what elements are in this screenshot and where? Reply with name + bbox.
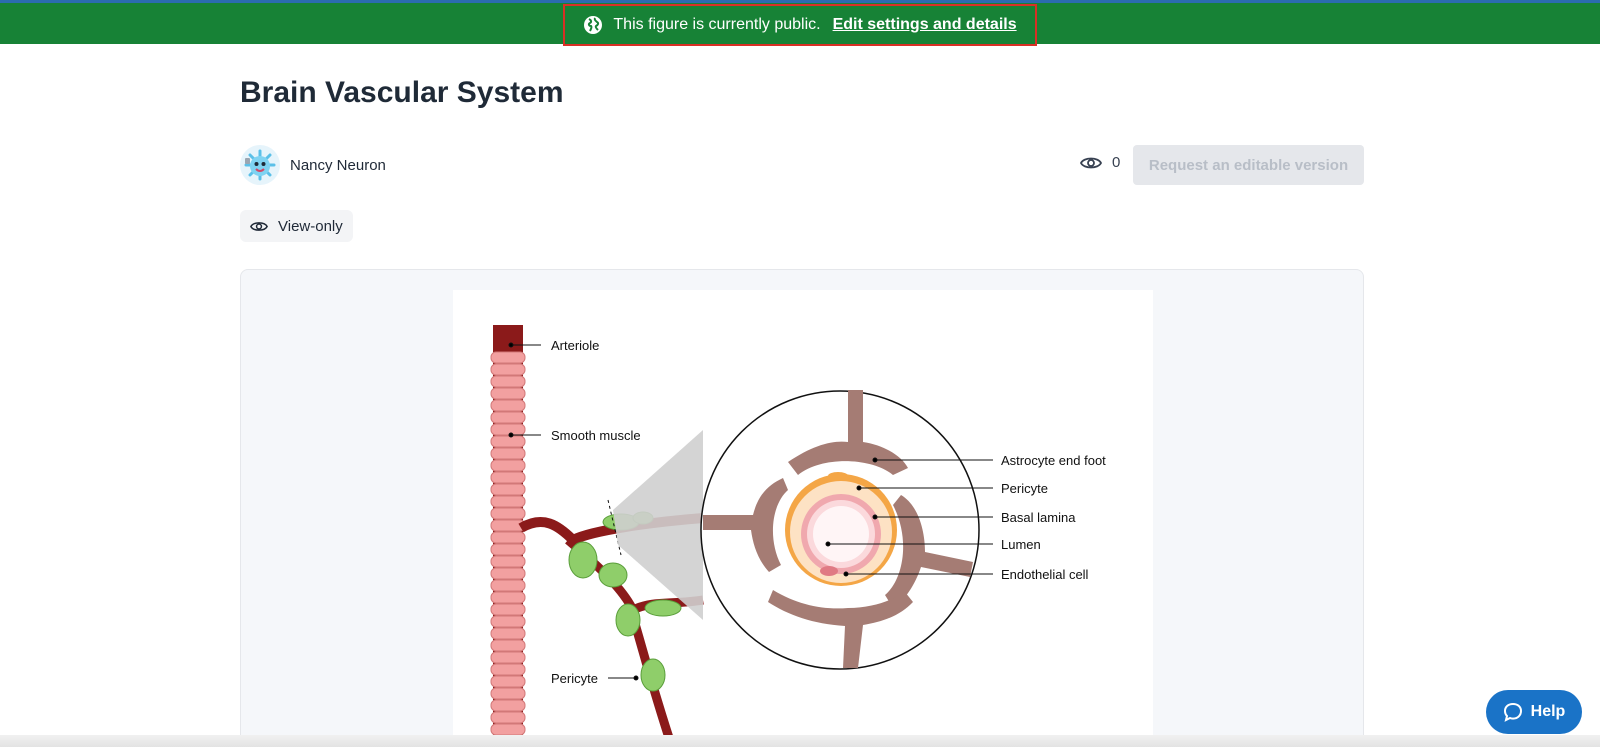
smooth-muscle-segment (490, 723, 526, 736)
eye-icon (1080, 157, 1102, 168)
banner-message: This figure is currently public. (613, 15, 821, 33)
figure-image: Arteriole Smooth muscle Pericyte Astrocy… (453, 290, 1153, 746)
smooth-muscle-segment (490, 351, 526, 364)
smooth-muscle-segment (490, 483, 526, 496)
view-count: 0 (1080, 154, 1120, 171)
smooth-muscle-segment (490, 675, 526, 688)
smooth-muscle-segment (490, 591, 526, 604)
label-pericyte-left: Pericyte (551, 671, 598, 686)
smooth-muscle-segment (490, 423, 526, 436)
author-info: Nancy Neuron (240, 145, 386, 185)
smooth-muscle-segment (490, 711, 526, 724)
label-astrocyte: Astrocyte end foot (1001, 453, 1106, 468)
label-endothelial: Endothelial cell (1001, 567, 1089, 582)
label-smooth-muscle: Smooth muscle (551, 428, 641, 443)
page-title: Brain Vascular System (240, 76, 564, 109)
smooth-muscle-segment (490, 507, 526, 520)
smooth-muscle-segment (490, 555, 526, 568)
eye-icon (250, 221, 268, 231)
smooth-muscle-segment (490, 651, 526, 664)
avatar[interactable] (240, 145, 280, 185)
author-name[interactable]: Nancy Neuron (290, 157, 386, 174)
label-basal-lamina: Basal lamina (1001, 510, 1076, 525)
lumen (813, 506, 869, 562)
globe-icon (584, 15, 603, 34)
smooth-muscle-segment (490, 543, 526, 556)
smooth-muscle-segment (490, 495, 526, 508)
view-only-label: View-only (278, 217, 343, 235)
smooth-muscle-segment (490, 387, 526, 400)
smooth-muscle-segment (490, 363, 526, 376)
help-button[interactable]: Help (1486, 690, 1582, 734)
smooth-muscle-segment (490, 435, 526, 448)
smooth-muscle-segment (490, 687, 526, 700)
smooth-muscle-segment (490, 447, 526, 460)
smooth-muscle-segment (490, 459, 526, 472)
banner-content: This figure is currently public. Edit se… (563, 3, 1037, 46)
smooth-muscle-segment (490, 411, 526, 424)
smooth-muscle-segment (490, 663, 526, 676)
window-bottom-edge (0, 735, 1600, 747)
smooth-muscle-rings (490, 351, 526, 746)
edit-settings-link[interactable]: Edit settings and details (833, 16, 1017, 34)
neuron-avatar-icon (241, 146, 279, 184)
smooth-muscle-segment (490, 531, 526, 544)
figure-canvas[interactable]: Arteriole Smooth muscle Pericyte Astrocy… (240, 269, 1364, 747)
chat-bubble-icon (1503, 702, 1522, 722)
smooth-muscle-segment (490, 375, 526, 388)
smooth-muscle-segment (490, 603, 526, 616)
brain-vascular-illustration: Arteriole Smooth muscle Pericyte Astrocy… (490, 325, 1106, 746)
smooth-muscle-segment (490, 615, 526, 628)
label-arteriole: Arteriole (551, 338, 599, 353)
view-only-badge: View-only (240, 210, 353, 242)
request-editable-button[interactable]: Request an editable version (1133, 145, 1364, 185)
smooth-muscle-segment (490, 399, 526, 412)
smooth-muscle-segment (490, 699, 526, 712)
smooth-muscle-segment (490, 579, 526, 592)
view-count-value: 0 (1112, 154, 1121, 171)
label-pericyte: Pericyte (1001, 481, 1048, 496)
smooth-muscle-segment (490, 471, 526, 484)
help-label: Help (1530, 703, 1566, 720)
smooth-muscle-segment (490, 567, 526, 580)
smooth-muscle-segment (490, 639, 526, 652)
smooth-muscle-segment (490, 627, 526, 640)
label-lumen: Lumen (1001, 537, 1041, 552)
public-banner: This figure is currently public. Edit se… (0, 3, 1600, 46)
